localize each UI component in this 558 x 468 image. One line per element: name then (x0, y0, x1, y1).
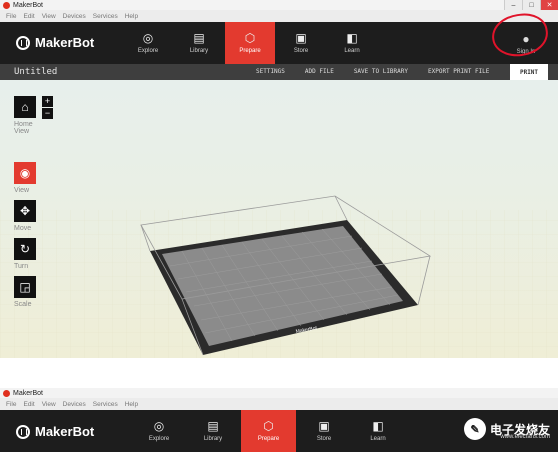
tab-prepare[interactable]: ⬡ Prepare (241, 410, 296, 452)
tab-prepare[interactable]: ⬡ Prepare (225, 22, 275, 64)
add-file-button[interactable]: ADD FILE (305, 68, 334, 75)
logo-text: MakerBot (35, 424, 95, 439)
makerbot-logo[interactable]: MakerBot (16, 424, 94, 439)
maximize-button[interactable]: □ (522, 0, 540, 10)
tab-label: Learn (370, 436, 386, 442)
watermark: ✎ 电子发烧友 www.elecfans.com (463, 418, 550, 440)
tab-label: Learn (344, 48, 360, 54)
app-icon (3, 1, 10, 9)
menu-devices[interactable]: Devices (63, 401, 86, 408)
main-nav: MakerBot ◎ Explore ▤ Library ⬡ Prepare ▣… (0, 22, 558, 64)
watermark-url: www.elecfans.com (500, 434, 550, 440)
title-bar: MakerBot – □ ✕ (0, 0, 558, 10)
turn-tool[interactable]: ↻ Turn (14, 238, 36, 270)
learn-icon: ◧ (346, 31, 358, 45)
makerbot-logo-icon (16, 424, 30, 439)
menu-devices[interactable]: Devices (63, 13, 86, 20)
scale-label: Scale (14, 301, 32, 308)
store-icon: ▣ (318, 419, 330, 433)
menu-file[interactable]: File (6, 13, 16, 20)
menu-services[interactable]: Services (93, 13, 118, 20)
document-title: Untitled (14, 67, 58, 77)
menu-bar: File Edit View Devices Services Help (0, 10, 558, 22)
tab-learn[interactable]: ◧ Learn (327, 22, 377, 64)
save-to-library-button[interactable]: SAVE TO LIBRARY (354, 68, 408, 75)
library-icon: ▤ (207, 419, 219, 433)
print-button[interactable]: PRINT (510, 64, 548, 80)
menu-edit[interactable]: Edit (23, 401, 34, 408)
window-title: MakerBot (13, 389, 43, 397)
tab-label: Store (293, 48, 309, 54)
home-icon: ⌂ (14, 96, 36, 118)
compass-icon: ◎ (153, 419, 165, 433)
tab-library[interactable]: ▤ Library (187, 410, 239, 452)
learn-icon: ◧ (372, 419, 384, 433)
menu-view[interactable]: View (42, 401, 56, 408)
app-icon (3, 389, 10, 397)
minimize-button[interactable]: – (504, 0, 522, 10)
tab-label: Store (316, 436, 332, 442)
menu-file[interactable]: File (6, 401, 16, 408)
store-icon: ▣ (295, 31, 307, 45)
makerbot-window-2: MakerBot File Edit View Devices Services… (0, 388, 558, 468)
menu-view[interactable]: View (42, 13, 56, 20)
prepare-icon: ⬡ (244, 31, 256, 45)
move-icon: ✥ (14, 200, 36, 222)
makerbot-window: MakerBot – □ ✕ File Edit View Devices Se… (0, 0, 558, 358)
close-button[interactable]: ✕ (540, 0, 558, 10)
tab-explore[interactable]: ◎ Explore (123, 22, 173, 64)
rotate-icon: ↻ (14, 238, 36, 260)
prepare-icon: ⬡ (263, 419, 274, 433)
tab-library[interactable]: ▤ Library (174, 22, 224, 64)
menu-help[interactable]: Help (125, 13, 138, 20)
title-bar: MakerBot (0, 388, 558, 398)
tab-label: Explore (137, 48, 159, 54)
makerbot-logo-icon (16, 35, 30, 50)
home-view-label: Home View (14, 121, 33, 135)
move-tool[interactable]: ✥ Move (14, 200, 36, 232)
library-icon: ▤ (193, 31, 205, 45)
eye-icon: ◉ (14, 162, 36, 184)
scale-tool[interactable]: ◲ Scale (14, 276, 36, 308)
view-label: View (14, 187, 30, 194)
zoom-out-button[interactable]: − (42, 108, 53, 119)
main-nav: MakerBot ◎ Explore ▤ Library ⬡ Prepare ▣… (0, 410, 558, 452)
prepare-toolbar: Untitled SETTINGS ADD FILE SAVE TO LIBRA… (0, 64, 558, 80)
logo-text: MakerBot (35, 35, 95, 50)
settings-button[interactable]: SETTINGS (256, 68, 285, 75)
tab-label: Prepare (257, 436, 280, 442)
3d-viewport[interactable]: MakerBot ⌂ Home View + − ◉ View ✥ Move ↻… (0, 80, 558, 358)
tab-label: Prepare (239, 48, 261, 54)
tab-explore[interactable]: ◎ Explore (133, 410, 185, 452)
tab-label: Library (203, 436, 223, 442)
menu-bar: File Edit View Devices Services Help (0, 398, 558, 410)
tab-store[interactable]: ▣ Store (276, 22, 326, 64)
turn-label: Turn (14, 263, 29, 270)
compass-icon: ◎ (142, 31, 154, 45)
tab-learn[interactable]: ◧ Learn (352, 410, 404, 452)
menu-edit[interactable]: Edit (23, 13, 34, 20)
export-print-file-button[interactable]: EXPORT PRINT FILE (428, 68, 489, 75)
build-volume-scene: MakerBot (0, 195, 558, 358)
window-title: MakerBot (13, 1, 43, 9)
tab-label: Library (189, 48, 209, 54)
menu-help[interactable]: Help (125, 401, 138, 408)
scale-icon: ◲ (14, 276, 36, 298)
watermark-logo-icon: ✎ (463, 418, 486, 440)
menu-services[interactable]: Services (93, 401, 118, 408)
home-view-tool[interactable]: ⌂ Home View (14, 96, 36, 135)
move-label: Move (14, 225, 32, 232)
view-tool[interactable]: ◉ View (14, 162, 36, 194)
tab-store[interactable]: ▣ Store (298, 410, 350, 452)
zoom-controls: + − (42, 96, 53, 119)
tab-label: Explore (148, 436, 170, 442)
zoom-in-button[interactable]: + (42, 96, 53, 107)
makerbot-logo[interactable]: MakerBot (16, 35, 94, 50)
